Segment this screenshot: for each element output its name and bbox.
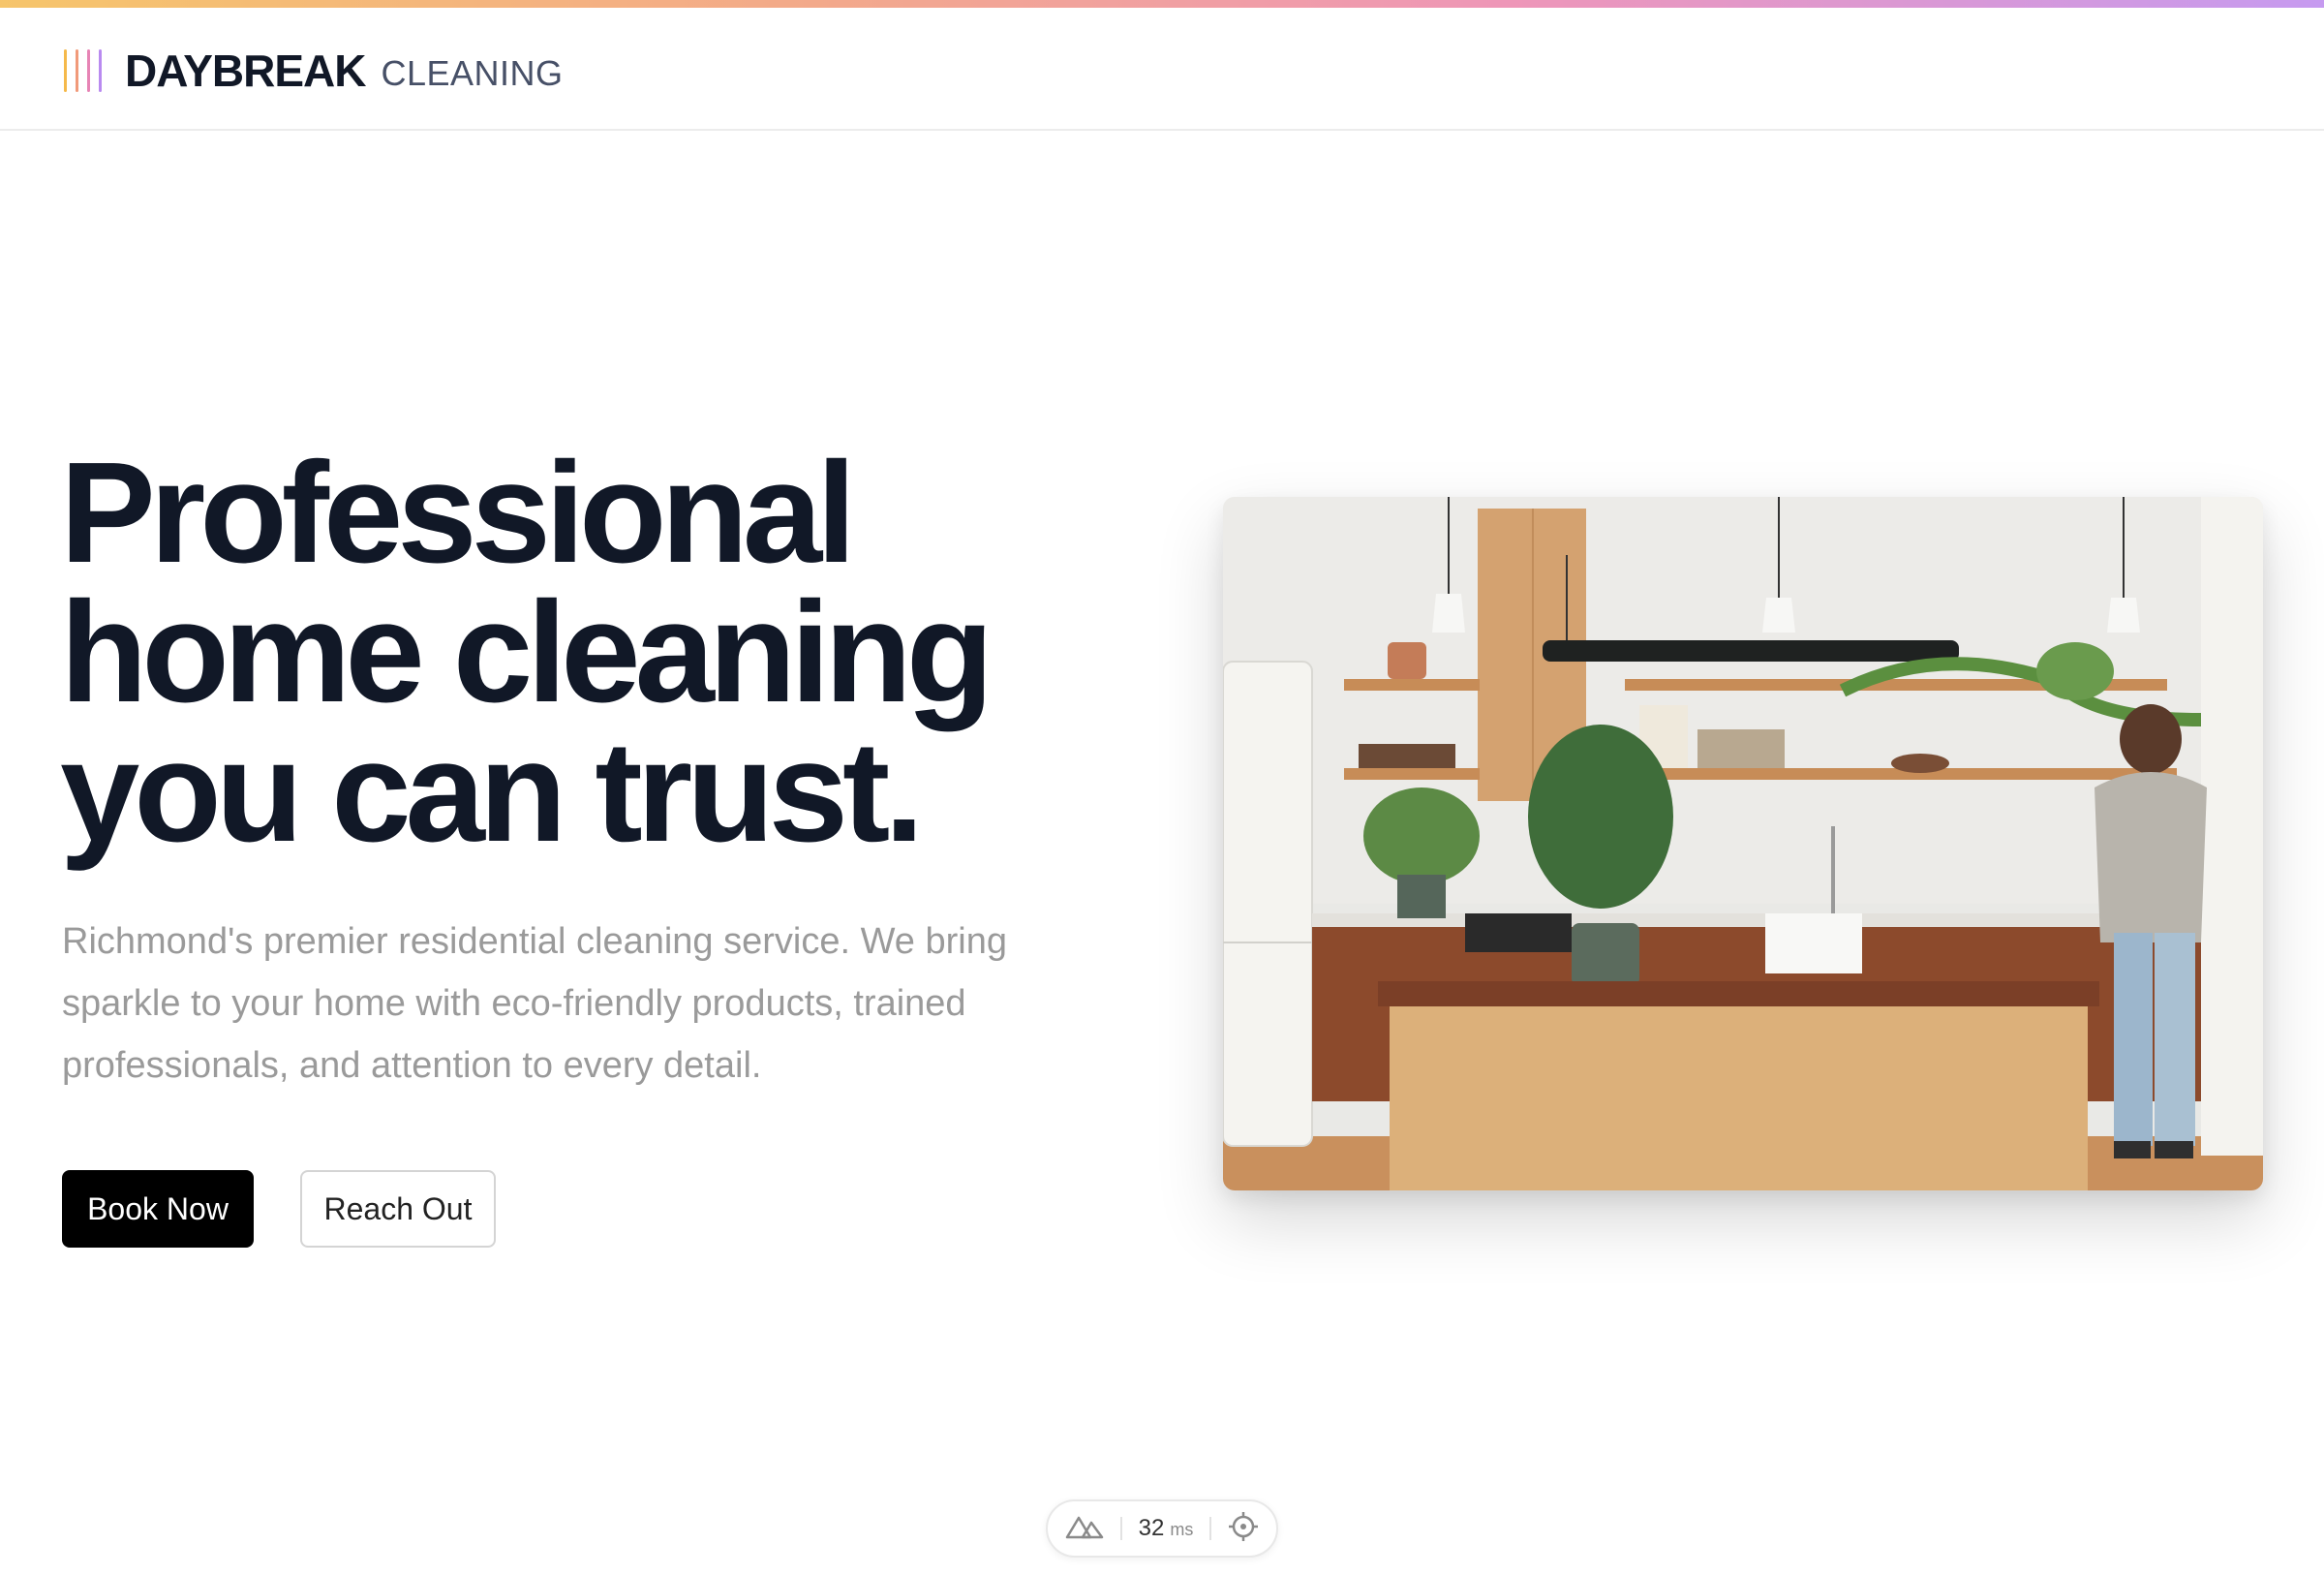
logo-bar [76, 49, 78, 92]
crosshair-icon[interactable] [1228, 1511, 1259, 1547]
hero-title: Professional home cleaning you can trust… [60, 433, 1125, 872]
brand-name: DAYBREAK [125, 46, 366, 96]
render-time[interactable]: 32 ms [1139, 1515, 1194, 1542]
render-time-unit: ms [1170, 1520, 1194, 1539]
logo-bars-icon [64, 49, 102, 92]
hero-description: Richmond's premier residential cleaning … [62, 921, 1007, 1086]
render-time-value: 32 [1138, 1515, 1165, 1541]
logo-bar [99, 49, 102, 92]
hero-title-line: Professional [60, 433, 856, 593]
top-accent-bar [0, 0, 2324, 8]
logo-bar [64, 49, 67, 92]
hero-image [1223, 497, 2263, 1190]
dev-toolbar: 32 ms [1046, 1499, 1278, 1558]
hero-title-line: you can trust. [60, 712, 924, 872]
logo-bar [87, 49, 90, 92]
brand-subtitle: CLEANING [381, 53, 564, 93]
nuxt-icon[interactable] [1065, 1514, 1104, 1544]
logo[interactable]: DAYBREAK CLEANING [64, 46, 564, 96]
hero-title-line: home cleaning [60, 572, 994, 732]
book-now-button[interactable]: Book Now [62, 1170, 254, 1248]
site-header: DAYBREAK CLEANING [0, 8, 2324, 131]
divider [1119, 1517, 1122, 1540]
reach-out-button[interactable]: Reach Out [300, 1170, 496, 1248]
divider [1209, 1517, 1212, 1540]
kitchen-photo [1223, 497, 2263, 1190]
